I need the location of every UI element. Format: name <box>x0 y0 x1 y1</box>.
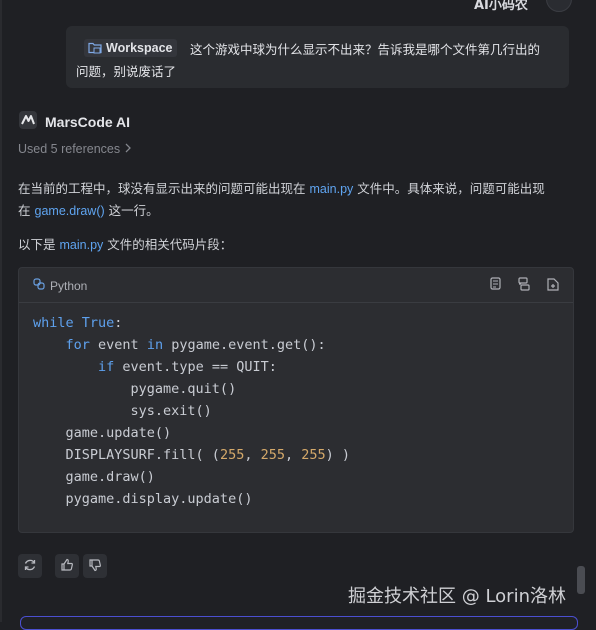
like-button[interactable] <box>55 554 79 578</box>
code-block: Python while True: for event in pygame.e… <box>18 267 574 533</box>
code-line: game.update() <box>33 425 172 441</box>
message-line-1: 这个游戏中球为什么显示不出来？告诉我是哪个文件第几行出的 <box>190 42 541 57</box>
chat-input[interactable] <box>20 616 578 630</box>
regenerate-button[interactable] <box>18 554 42 578</box>
copy-icon[interactable] <box>487 276 503 292</box>
assistant-header: MarsCode AI <box>19 111 130 133</box>
text: 在当前的工程中，球没有显示出来的问题可能出现在 <box>18 181 306 196</box>
new-file-icon[interactable] <box>545 276 561 292</box>
code-language: Python <box>33 278 87 293</box>
context-pill[interactable]: Workspace <box>84 39 178 58</box>
answer-paragraph-2: 在 game.draw() 这一行。 <box>18 200 159 219</box>
answer-paragraph-1: 在当前的工程中，球没有显示出来的问题可能出现在 main.py 文件中。具体来说… <box>18 178 545 197</box>
file-link[interactable]: main.py <box>60 238 104 252</box>
code-line: DISPLAYSURF.fill( (255, 255, 255) ) <box>33 447 351 463</box>
thumbs-up-icon <box>60 557 74 576</box>
marscode-logo-icon <box>19 111 37 133</box>
refresh-icon <box>23 557 37 576</box>
code-language-label: Python <box>50 278 88 293</box>
dislike-button[interactable] <box>83 554 107 578</box>
references-toggle[interactable]: Used 5 references <box>18 142 132 156</box>
user-message: Workspace 这个游戏中球为什么显示不出来？告诉我是哪个文件第几行出的 问… <box>66 26 569 88</box>
insert-code-icon[interactable] <box>516 276 532 292</box>
code-block-header: Python <box>19 268 573 303</box>
code-line: if event.type == QUIT: <box>98 359 277 375</box>
username: AI小码农 <box>474 0 528 13</box>
text: 文件的相关代码片段： <box>107 237 233 252</box>
code-toolbar <box>487 276 561 292</box>
code-line: for event in pygame.event.get(): <box>65 337 326 353</box>
references-label: Used 5 references <box>18 142 121 156</box>
text: 以下是 <box>18 237 56 252</box>
answer-paragraph-3: 以下是 main.py 文件的相关代码片段： <box>18 234 232 253</box>
thumbs-down-icon <box>88 557 102 576</box>
folder-icon <box>88 39 102 58</box>
code-line: pygame.display.update() <box>33 491 253 507</box>
code-line: game.draw() <box>33 469 155 485</box>
text: 文件中。具体来说，问题可能出现 <box>357 181 545 196</box>
code-reference[interactable]: game.draw() <box>35 204 105 218</box>
scrollbar-thumb[interactable] <box>577 566 585 594</box>
code-line: pygame.quit() <box>33 381 237 397</box>
chevron-right-icon <box>124 142 132 156</box>
avatar[interactable] <box>546 0 572 12</box>
message-actions <box>18 554 120 578</box>
code-line: while True: <box>33 315 123 331</box>
file-link[interactable]: main.py <box>310 182 354 196</box>
watermark: 掘金技术社区 @ Lorin洛林 <box>348 586 566 607</box>
message-line-2: 问题，别说废话了 <box>76 64 177 79</box>
left-divider <box>0 0 2 622</box>
python-icon <box>33 278 45 293</box>
code-line: sys.exit() <box>33 403 212 419</box>
assistant-name: MarsCode AI <box>45 114 131 130</box>
text: 在 <box>18 203 31 218</box>
code-content: while True: for event in pygame.event.ge… <box>33 312 350 510</box>
text: 这一行。 <box>108 203 159 218</box>
context-pill-label: Workspace <box>106 41 173 55</box>
